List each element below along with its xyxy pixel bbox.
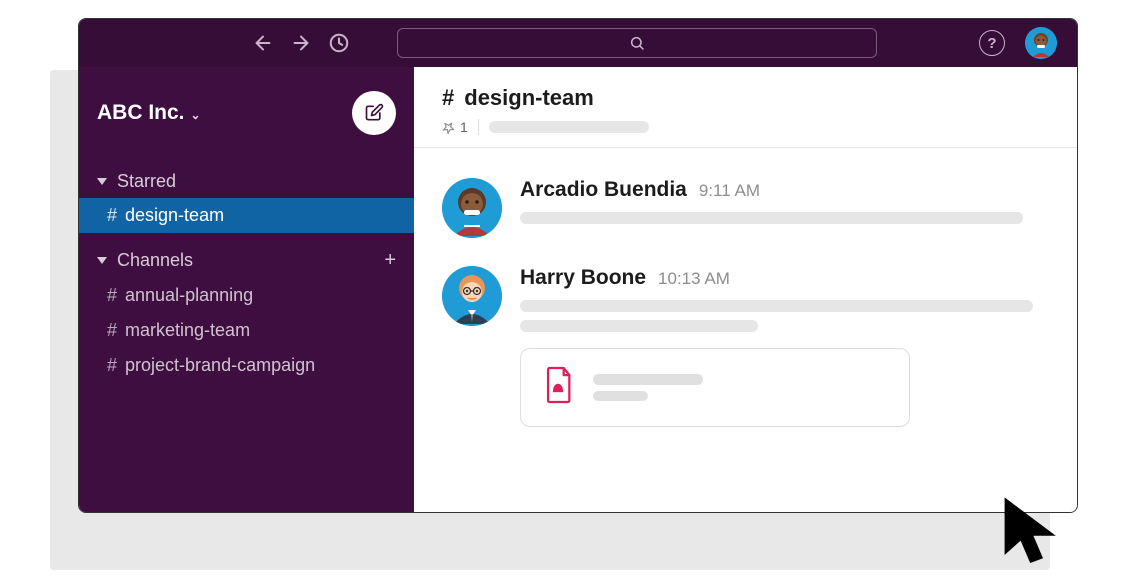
caret-down-icon [97,257,107,264]
message-text-placeholder [520,212,1023,224]
sidebar-section-channels[interactable]: Channels + [79,243,414,278]
section-label: Starred [117,171,176,192]
compose-button[interactable] [352,91,396,135]
channel-view: # design-team 1 [414,67,1077,512]
pin-icon [442,120,456,134]
sidebar-section-starred[interactable]: Starred [79,165,414,198]
hash-icon: # [442,85,454,111]
history-button[interactable] [325,29,353,57]
pinned-count-value: 1 [460,119,468,135]
pdf-icon [541,365,575,410]
hash-icon: # [107,285,117,306]
top-toolbar: ? [79,19,1077,67]
section-label: Channels [117,250,193,271]
channel-name-label: design-team [125,205,224,226]
message[interactable]: Harry Boone 10:13 AM [442,266,1049,427]
caret-down-icon [97,178,107,185]
channel-name-label: marketing-team [125,320,250,341]
pinned-count[interactable]: 1 [442,119,468,135]
workspace-name-label: ABC Inc. [97,101,185,125]
search-icon [629,35,645,51]
channel-topic-placeholder[interactable] [489,121,649,133]
user-avatar[interactable] [1025,27,1057,59]
add-channel-button[interactable]: + [384,249,396,272]
sidebar-item-marketing-team[interactable]: # marketing-team [79,313,414,348]
chevron-down-icon: ⌄ [191,108,201,122]
message-author[interactable]: Arcadio Buendia [520,178,687,202]
message-list: Arcadio Buendia 9:11 AM [414,148,1077,512]
search-input[interactable] [397,28,877,58]
message-avatar[interactable] [442,266,502,326]
hash-icon: # [107,355,117,376]
hash-icon: # [107,320,117,341]
message-timestamp: 10:13 AM [658,269,730,289]
channel-header: # design-team 1 [414,67,1077,148]
sidebar-item-annual-planning[interactable]: # annual-planning [79,278,414,313]
message-text-placeholder [520,300,1033,312]
workspace-switcher[interactable]: ABC Inc. ⌄ [97,101,201,125]
sidebar: ABC Inc. ⌄ Starred # design-team [79,67,414,512]
sidebar-item-design-team[interactable]: # design-team [79,198,414,233]
hash-icon: # [107,205,117,226]
message-timestamp: 9:11 AM [699,181,760,201]
sidebar-item-project-brand-campaign[interactable]: # project-brand-campaign [79,348,414,383]
slack-app-window: ? ABC Inc. ⌄ [78,18,1078,513]
channel-title[interactable]: design-team [464,85,594,111]
message[interactable]: Arcadio Buendia 9:11 AM [442,178,1049,238]
help-button[interactable]: ? [979,30,1005,56]
nav-back-button[interactable] [249,29,277,57]
divider [478,119,479,135]
message-avatar[interactable] [442,178,502,238]
message-author[interactable]: Harry Boone [520,266,646,290]
file-attachment[interactable] [520,348,910,427]
attachment-meta-placeholder [593,391,648,401]
channel-name-label: project-brand-campaign [125,355,315,376]
channel-name-label: annual-planning [125,285,253,306]
message-text-placeholder [520,320,758,332]
nav-forward-button[interactable] [287,29,315,57]
attachment-name-placeholder [593,374,703,385]
